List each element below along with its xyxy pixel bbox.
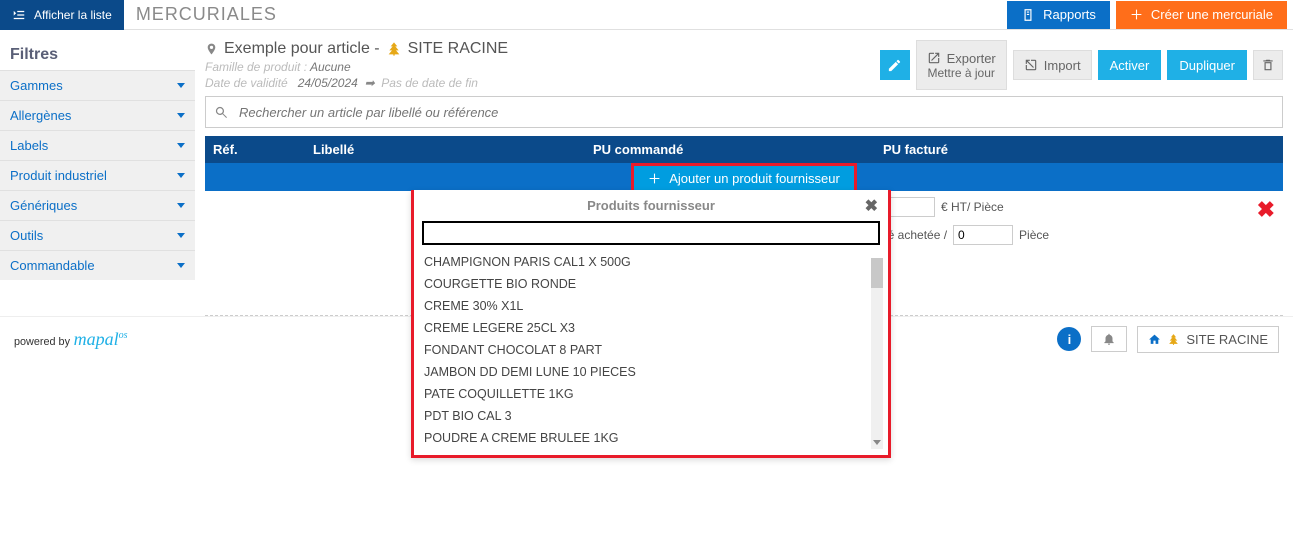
list-item[interactable]: PATE COQUILLETTE 1KG [424,383,880,405]
powered-by: powered by mapalos [14,329,128,350]
search-input[interactable] [237,104,1274,121]
export-update-box[interactable]: Exporter Mettre à jour [916,40,1007,90]
col-pu-commande: PU commandé [593,142,883,157]
col-libelle: Libellé [313,142,593,157]
site-selector[interactable]: SITE RACINE [1137,326,1279,353]
bell-button[interactable] [1091,326,1127,352]
popup-list: CHAMPIGNON PARIS CAL1 X 500G COURGETTE B… [414,251,888,455]
famille-line: Famille de produit : Aucune [205,60,880,74]
list-item[interactable]: COURGETTE BIO RONDE [424,273,880,295]
filters-title: Filtres [0,40,195,70]
chevron-down-icon [177,263,185,268]
filter-commandable[interactable]: Commandable [0,250,195,280]
add-supplier-product-button[interactable]: Ajouter un produit fournisseur [634,166,854,191]
chevron-down-icon [177,173,185,178]
popup-scrollbar[interactable] [871,258,883,449]
show-list-label: Afficher la liste [34,8,112,22]
chevron-down-icon [177,203,185,208]
report-icon [1021,8,1035,22]
filter-allergenes[interactable]: Allergènes [0,100,195,130]
import-button[interactable]: Import [1013,50,1092,80]
filter-generiques[interactable]: Génériques [0,190,195,220]
create-mercuriale-button[interactable]: Créer une mercuriale [1116,1,1287,29]
list-item[interactable]: CREME 30% X1L [424,295,880,317]
popup-title: Produits fournisseur ✖ [414,190,888,221]
sidebar: Filtres Gammes Allergènes Labels Produit… [0,30,195,316]
info-icon[interactable]: i [1057,327,1081,351]
header-actions: Exporter Mettre à jour Import Activer Du… [880,40,1283,90]
chevron-down-icon [177,233,185,238]
export-icon [927,51,941,65]
activate-button[interactable]: Activer [1098,50,1162,80]
duplicate-button[interactable]: Dupliquer [1167,50,1247,80]
chevron-down-icon [177,143,185,148]
table-header: Réf. Libellé PU commandé PU facturé [205,136,1283,163]
page-title: Exemple pour article - SITE RACINE [205,40,880,58]
list-item[interactable]: POUDRE A CREME BRULEE 1KG [424,427,880,449]
edit-button[interactable] [880,50,910,80]
tree-icon [1167,333,1180,346]
home-icon [1148,333,1161,346]
search-icon [214,105,229,120]
popup-close-button[interactable]: ✖ [865,196,878,216]
chevron-down-icon [177,113,185,118]
filter-labels[interactable]: Labels [0,130,195,160]
tree-icon [386,41,402,57]
list-item[interactable]: CREME LEGERE 25CL X3 [424,317,880,339]
show-list-button[interactable]: Afficher la liste [0,0,124,30]
validite-line: Date de validité 24/05/2024 ➡ Pas de dat… [205,76,880,90]
list-item[interactable]: CHAMPIGNON PARIS CAL1 X 500G [424,251,880,273]
chevron-down-icon [873,440,881,445]
search-bar[interactable] [205,96,1283,128]
list-item[interactable]: JAMBON DD DEMI LUNE 10 PIECES [424,361,880,383]
chevron-down-icon [177,83,185,88]
main-content: Exemple pour article - SITE RACINE Famil… [195,30,1293,316]
qte-input[interactable] [953,225,1013,245]
pin-icon [205,41,218,57]
remove-row-button[interactable]: ✖ [1257,197,1275,223]
reports-button[interactable]: Rapports [1007,1,1110,29]
list-item[interactable]: PDT BIO CAL 3 [424,405,880,427]
list-item[interactable]: FONDANT CHOCOLAT 8 PART [424,339,880,361]
import-icon [1024,58,1038,72]
delete-button[interactable] [1253,50,1283,80]
list-icon [12,8,26,22]
filter-produit-industriel[interactable]: Produit industriel [0,160,195,190]
add-product-row: Ajouter un produit fournisseur [205,163,1283,191]
topbar: Afficher la liste MERCURIALES Rapports C… [0,0,1293,30]
supplier-product-popup: Produits fournisseur ✖ CHAMPIGNON PARIS … [411,190,891,458]
module-title: MERCURIALES [136,4,1007,25]
col-pu-facture: PU facturé [883,142,1275,157]
popup-search-input[interactable] [422,221,880,245]
filter-gammes[interactable]: Gammes [0,70,195,100]
col-ref: Réf. [213,142,313,157]
filter-outils[interactable]: Outils [0,220,195,250]
plus-icon [1130,8,1143,21]
plus-icon [648,172,661,185]
